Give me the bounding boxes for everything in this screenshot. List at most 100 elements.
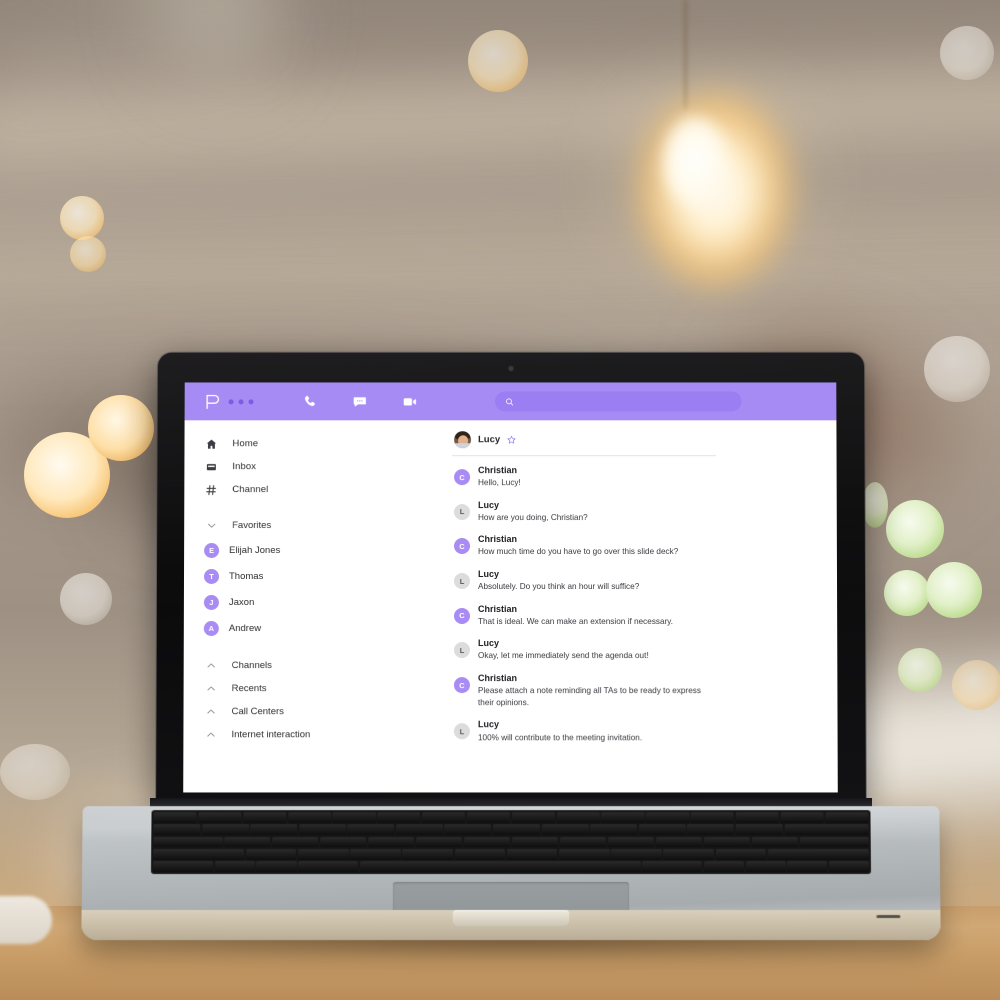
keyboard-row bbox=[153, 836, 869, 848]
avatar: C bbox=[453, 677, 470, 694]
favorite-name: Andrew bbox=[228, 622, 262, 634]
chat-panel: Lucy C Christian Hello, Lucy! L Lucy How… bbox=[452, 420, 838, 792]
video-call-button[interactable] bbox=[384, 382, 434, 420]
message-text: Hello, Lucy! bbox=[478, 478, 521, 488]
favorite-name: Elijah Jones bbox=[229, 544, 281, 556]
laptop-lid: Home Inbox Channel Favorites E Elijah Jo… bbox=[156, 352, 866, 805]
avatar: C bbox=[453, 607, 470, 624]
chevron-down-icon bbox=[204, 520, 218, 531]
webcam-icon bbox=[509, 366, 513, 371]
avatar: L bbox=[453, 723, 470, 740]
message-list: C Christian Hello, Lucy! L Lucy How are … bbox=[452, 456, 838, 752]
app-header bbox=[184, 382, 837, 421]
home-icon bbox=[204, 438, 218, 450]
message-text: Okay, let me immediately send the agenda… bbox=[477, 651, 649, 661]
avatar: C bbox=[454, 469, 471, 486]
sidebar-group-channels[interactable]: Channels bbox=[204, 654, 452, 677]
inbox-icon bbox=[204, 461, 218, 473]
avatar: L bbox=[453, 642, 470, 659]
video-camera-icon bbox=[404, 398, 417, 406]
sidebar-group-label: Channels bbox=[231, 660, 272, 672]
message-item[interactable]: L Lucy 100% will contribute to the meeti… bbox=[452, 718, 838, 753]
header-actions bbox=[284, 382, 434, 420]
message-author: Christian bbox=[477, 603, 518, 614]
laptop-screen: Home Inbox Channel Favorites E Elijah Jo… bbox=[183, 382, 838, 793]
sidebar-favorite-thomas[interactable]: T Thomas bbox=[203, 563, 452, 589]
sidebar-group-label: Recents bbox=[231, 683, 267, 695]
message-text: Absolutely. Do you think an hour will su… bbox=[477, 582, 640, 592]
three-dots-icon bbox=[228, 398, 254, 404]
laptop-base bbox=[81, 806, 941, 941]
message-text: Please attach a note reminding all TAs t… bbox=[477, 686, 701, 707]
message-text: That is ideal. We can make an extension … bbox=[477, 616, 674, 626]
message-item[interactable]: C Christian Please attach a note remindi… bbox=[452, 671, 838, 717]
sidebar-group-label: Call Centers bbox=[231, 706, 284, 718]
message-button[interactable] bbox=[334, 382, 384, 420]
message-author: Lucy bbox=[477, 569, 500, 580]
message-item[interactable]: L Lucy How are you doing, Christian? bbox=[452, 498, 837, 533]
sidebar-group-recents[interactable]: Recents bbox=[204, 677, 452, 700]
keyboard-row bbox=[153, 861, 869, 873]
favorite-name: Thomas bbox=[228, 570, 264, 582]
sidebar-group-label: Favorites bbox=[232, 520, 272, 532]
message-author: Lucy bbox=[478, 499, 500, 510]
message-item[interactable]: C Christian How much time do you have to… bbox=[452, 532, 837, 567]
favorite-name: Jaxon bbox=[228, 596, 255, 608]
avatar: J bbox=[203, 594, 219, 610]
search-icon bbox=[505, 397, 514, 406]
keyboard bbox=[150, 810, 872, 874]
message-item[interactable]: C Christian That is ideal. We can make a… bbox=[452, 602, 837, 637]
message-author: Christian bbox=[478, 534, 518, 545]
message-text: 100% will contribute to the meeting invi… bbox=[477, 732, 643, 742]
port-slot bbox=[876, 915, 901, 919]
chevron-up-icon bbox=[204, 683, 218, 694]
app-body: Home Inbox Channel Favorites E Elijah Jo… bbox=[183, 420, 838, 793]
sidebar-group-favorites[interactable]: Favorites bbox=[204, 514, 452, 537]
message-item[interactable]: C Christian Hello, Lucy! bbox=[452, 463, 837, 498]
sidebar-item-channel[interactable]: Channel bbox=[204, 478, 452, 501]
star-outline-icon[interactable] bbox=[507, 432, 517, 448]
chat-contact-name: Lucy bbox=[478, 434, 501, 446]
message-item[interactable]: L Lucy Absolutely. Do you think an hour … bbox=[452, 567, 837, 602]
message-author: Christian bbox=[478, 465, 518, 476]
call-button[interactable] bbox=[284, 382, 334, 420]
avatar: L bbox=[453, 573, 471, 590]
mouse bbox=[0, 896, 52, 944]
message-text: How are you doing, Christian? bbox=[478, 512, 588, 522]
avatar: E bbox=[204, 542, 220, 558]
user-photo-avatar bbox=[454, 431, 472, 449]
lid-release-notch bbox=[452, 910, 570, 927]
laptop-device: Home Inbox Channel Favorites E Elijah Jo… bbox=[0, 0, 1000, 1000]
phone-icon bbox=[305, 396, 316, 407]
sidebar-item-label: Home bbox=[232, 438, 259, 450]
sidebar-favorite-andrew[interactable]: A Andrew bbox=[203, 615, 452, 641]
sidebar-item-label: Inbox bbox=[232, 461, 257, 473]
sidebar-group-label: Internet interaction bbox=[231, 729, 311, 741]
chevron-up-icon bbox=[203, 729, 217, 740]
sidebar-favorite-jaxon[interactable]: J Jaxon bbox=[203, 589, 452, 615]
chat-bubble-icon bbox=[353, 397, 367, 407]
search-input[interactable] bbox=[495, 391, 742, 412]
message-author: Christian bbox=[477, 673, 518, 684]
sidebar: Home Inbox Channel Favorites E Elijah Jo… bbox=[183, 420, 452, 792]
chat-header: Lucy bbox=[452, 431, 716, 457]
sidebar-favorite-elijah-jones[interactable]: E Elijah Jones bbox=[204, 537, 452, 563]
message-item[interactable]: L Lucy Okay, let me immediately send the… bbox=[452, 636, 837, 671]
chevron-up-icon bbox=[204, 660, 218, 671]
hash-icon bbox=[204, 484, 218, 496]
sidebar-item-inbox[interactable]: Inbox bbox=[204, 455, 452, 478]
keyboard-row bbox=[153, 824, 869, 836]
chevron-up-icon bbox=[204, 706, 218, 717]
avatar: T bbox=[203, 568, 220, 584]
sidebar-group-call-centers[interactable]: Call Centers bbox=[203, 700, 451, 723]
message-author: Lucy bbox=[477, 638, 500, 649]
sidebar-group-internet-interaction[interactable]: Internet interaction bbox=[203, 723, 451, 746]
sidebar-item-home[interactable]: Home bbox=[204, 432, 452, 455]
app-logo[interactable] bbox=[204, 393, 254, 410]
avatar: L bbox=[454, 503, 471, 520]
r-logo-icon bbox=[206, 395, 220, 410]
keyboard-row bbox=[153, 848, 869, 860]
message-text: How much time do you have to go over thi… bbox=[478, 547, 679, 557]
